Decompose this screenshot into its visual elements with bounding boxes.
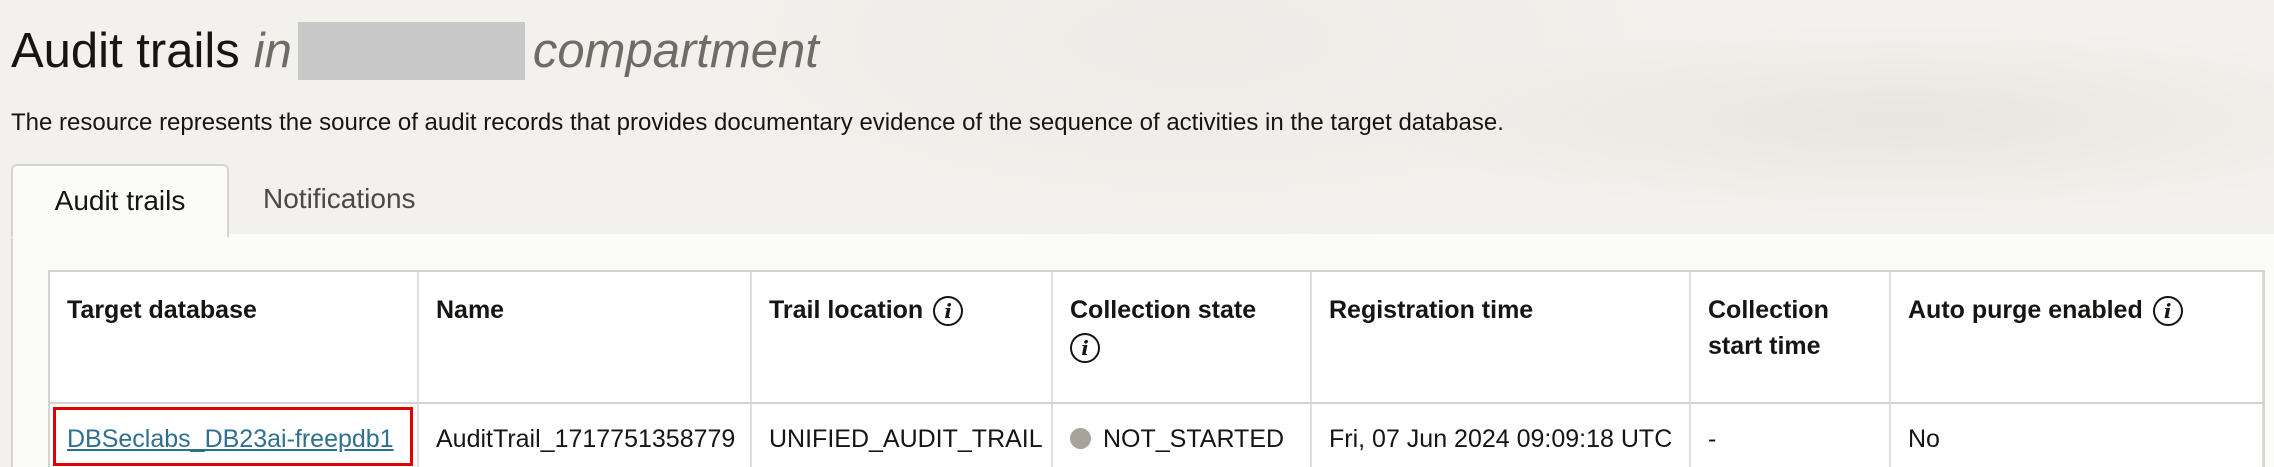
column-header-name[interactable]: Name: [418, 272, 752, 404]
audit-trails-table: Target database Name Trail location i Col…: [50, 272, 2263, 467]
column-header-target-database[interactable]: Target database: [50, 272, 419, 404]
column-header-trail-location[interactable]: Trail location i: [751, 272, 1053, 404]
page-title-suffix: compartment: [532, 24, 819, 78]
column-header-registration-time[interactable]: Registration time: [1311, 272, 1691, 404]
column-header-collection-state[interactable]: Collection state i: [1052, 272, 1312, 404]
tab-audit-trails[interactable]: Audit trails: [11, 164, 229, 238]
page-description: The resource represents the source of au…: [11, 109, 1504, 136]
column-header-auto-purge-enabled[interactable]: Auto purge enabled i: [1890, 272, 2263, 404]
info-icon[interactable]: i: [1070, 333, 1100, 364]
info-icon[interactable]: i: [2152, 296, 2183, 327]
page-title: Audit trails in compartment: [11, 14, 2261, 88]
page-title-in: in: [253, 24, 292, 78]
status-dot-icon: [1070, 427, 1091, 449]
cell-collection-start-time: -: [1690, 403, 1891, 467]
cell-name: AuditTrail_1717751358779: [418, 403, 752, 467]
cell-auto-purge-enabled: No: [1890, 403, 2263, 467]
column-header-label: Target database: [67, 296, 257, 324]
highlight-box: [53, 407, 413, 466]
column-header-label: Registration time: [1329, 296, 1534, 324]
tab-notifications[interactable]: Notifications: [263, 164, 416, 234]
redacted-compartment-name: [297, 22, 525, 80]
info-icon[interactable]: i: [933, 296, 964, 327]
collection-state-text: NOT_STARTED: [1103, 425, 1285, 453]
cell-target-database: DBSeclabs_DB23ai-freepdb1: [50, 403, 419, 467]
page-header: Audit trails in compartment The resource…: [11, 14, 2261, 138]
column-header-label: Auto purge enabled: [1908, 296, 2143, 324]
cell-trail-location: UNIFIED_AUDIT_TRAIL: [751, 403, 1053, 467]
column-header-label: Trail location: [769, 296, 924, 324]
cell-collection-state: NOT_STARTED: [1052, 403, 1312, 467]
page-title-text: Audit trails: [11, 24, 240, 78]
table-header-row: Target database Name Trail location i Col…: [50, 272, 2263, 404]
table-row: DBSeclabs_DB23ai-freepdb1 AuditTrail_171…: [50, 403, 2263, 467]
column-header-label: Collection state: [1070, 296, 1257, 324]
column-header-label: Collection start time: [1708, 296, 1829, 360]
tabs-bar: Audit trails Notifications: [11, 164, 2274, 238]
column-header-label: Name: [436, 296, 505, 324]
audit-trails-table-container: Target database Name Trail location i Col…: [48, 270, 2265, 467]
cell-registration-time: Fri, 07 Jun 2024 09:09:18 UTC: [1311, 403, 1691, 467]
column-header-collection-start-time[interactable]: Collection start time: [1690, 272, 1891, 404]
audit-trails-page: Audit trails in compartment The resource…: [0, 0, 2274, 467]
